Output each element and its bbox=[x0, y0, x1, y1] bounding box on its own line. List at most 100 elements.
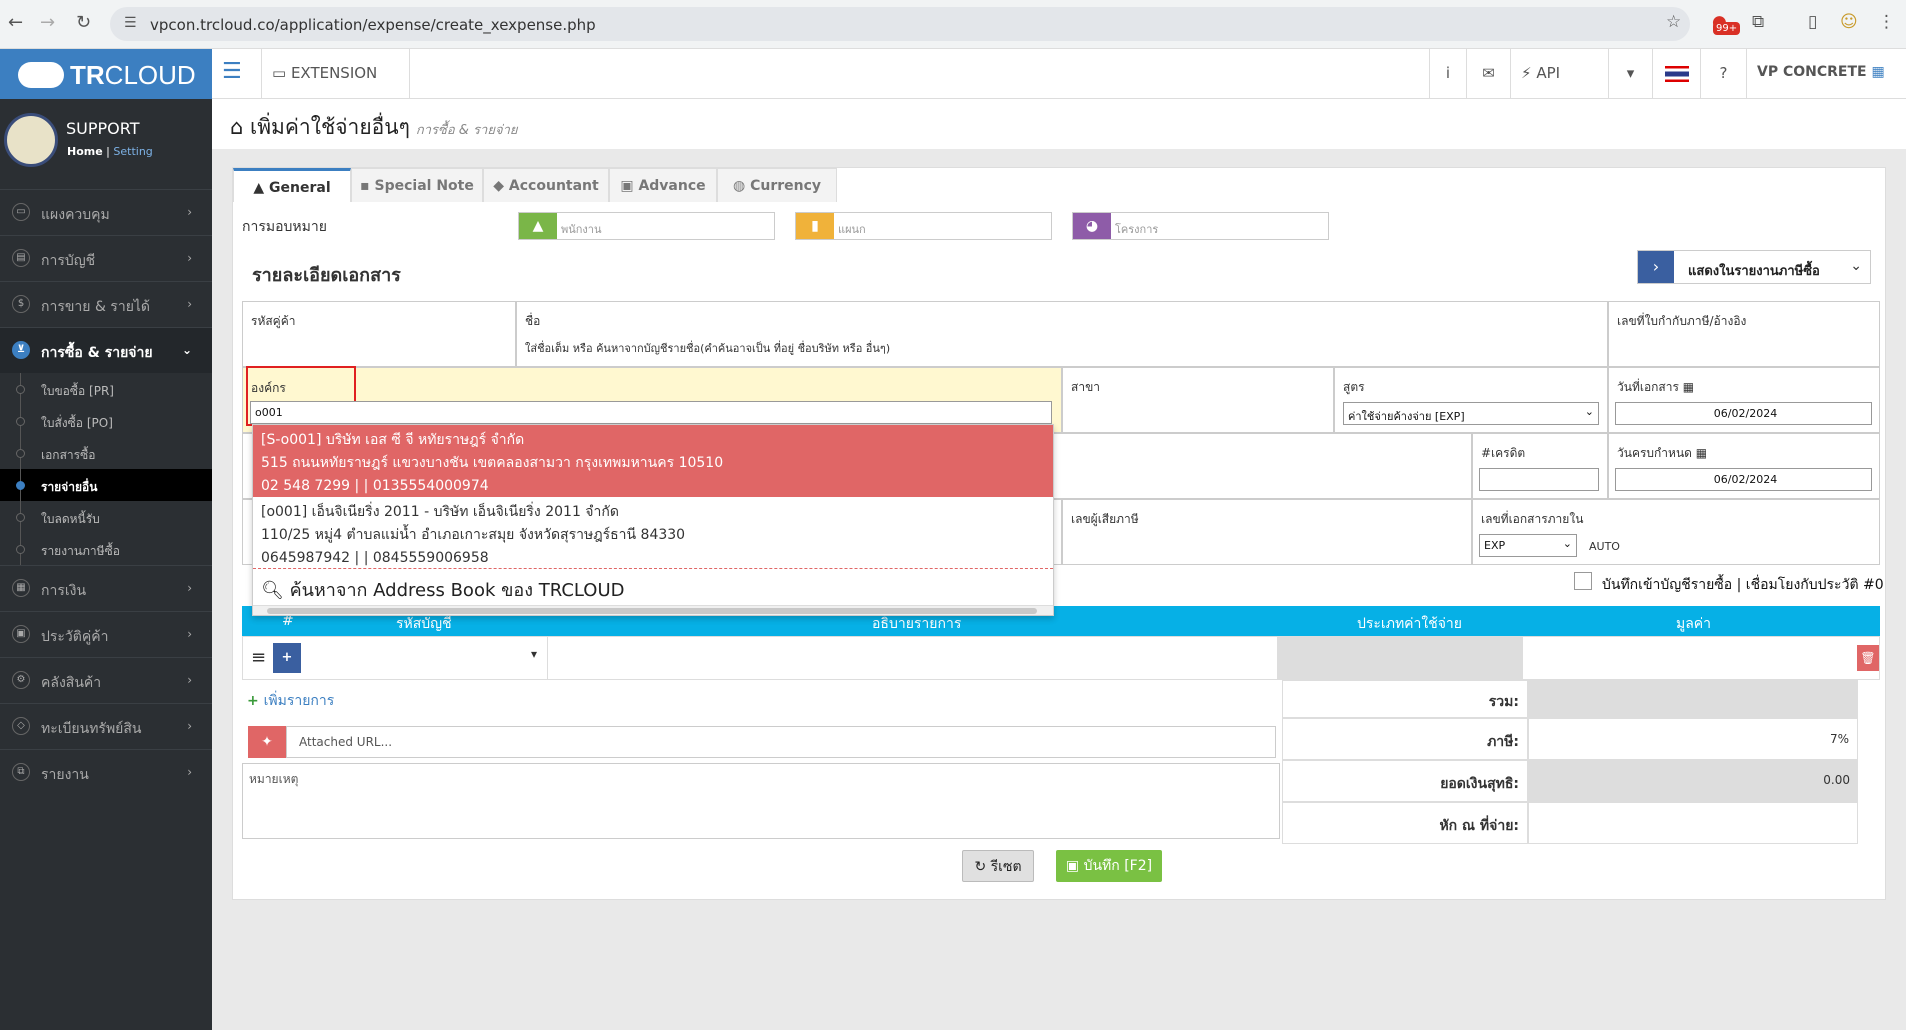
auto-label: AUTO bbox=[1589, 540, 1620, 553]
ledger-checkbox[interactable] bbox=[1574, 572, 1592, 590]
save-button[interactable]: ▣ บันทึก [F2] bbox=[1056, 850, 1162, 882]
forward-icon[interactable]: → bbox=[40, 12, 55, 33]
browser-toolbar: ← → ↻ ☰ vpcon.trcloud.co/application/expe… bbox=[0, 0, 1906, 49]
report-select[interactable]: › แสดงในรายงานภาษีซื้อ ⌄ bbox=[1637, 250, 1871, 284]
sub-label: ใบสั่งซื้อ [PO] bbox=[41, 416, 113, 430]
reload-icon[interactable]: ↻ bbox=[76, 12, 91, 33]
branch-cell[interactable]: สาขา bbox=[1062, 367, 1334, 433]
sidebar-item-dashboard[interactable]: ▭ แผงควบคุม › bbox=[0, 189, 212, 235]
chevron-down-icon: ⌄ bbox=[1850, 258, 1862, 274]
caret-down-icon[interactable]: ▾ bbox=[1609, 49, 1653, 99]
api-button[interactable]: ⚡ API bbox=[1511, 49, 1609, 99]
breadcrumb[interactable]: การซื้อ & รายจ่าย bbox=[416, 123, 518, 138]
home-icon[interactable]: ⌂ bbox=[230, 115, 250, 139]
sidebar-item-inventory[interactable]: ⚙ คลังสินค้า › bbox=[0, 657, 212, 703]
menu-icon[interactable]: ⋮ bbox=[1878, 12, 1895, 32]
setting-link[interactable]: Setting bbox=[113, 145, 152, 158]
mail-icon[interactable]: ✉ bbox=[1467, 49, 1511, 99]
sidebar-item-contacts[interactable]: ▣ ประวัติคู่ค้า › bbox=[0, 611, 212, 657]
amount-cell[interactable] bbox=[1523, 637, 1853, 679]
monitor-icon: ▭ bbox=[272, 64, 291, 82]
name-label: ชื่อ bbox=[525, 314, 541, 328]
note-textarea[interactable]: หมายเหตุ bbox=[242, 763, 1280, 839]
api-label: API bbox=[1536, 64, 1561, 82]
sidebar-sub-pr[interactable]: ใบขอซื้อ [PR] bbox=[0, 373, 212, 405]
profile-icon[interactable]: ☺ bbox=[1840, 12, 1858, 32]
sidebar-item-assets[interactable]: ◇ ทะเบียนทรัพย์สิน › bbox=[0, 703, 212, 749]
sidepanel-icon[interactable]: ▯ bbox=[1808, 12, 1817, 32]
net-value: 0.00 bbox=[1528, 760, 1858, 802]
org-input[interactable]: o001 bbox=[250, 401, 1052, 424]
tab-currency[interactable]: ◍ Currency bbox=[717, 168, 837, 202]
wht-value[interactable] bbox=[1528, 802, 1858, 844]
pie-chart-icon: ◕ bbox=[1073, 213, 1111, 239]
back-icon[interactable]: ← bbox=[8, 12, 23, 33]
credit-cell: #เครดิต bbox=[1472, 433, 1608, 499]
address-book-search[interactable]: 🔍︎ ค้นหาจาก Address Book ของ TRCLOUD bbox=[253, 569, 1053, 605]
logo[interactable]: TRCLOUD bbox=[0, 49, 212, 99]
sidebar: TRCLOUD SUPPORT Home | Setting ▭ แผงควบคุ… bbox=[0, 49, 212, 1030]
tab-label: Advance bbox=[638, 178, 706, 194]
sidebar-sub-purchase-doc[interactable]: เอกสารซื้อ bbox=[0, 437, 212, 469]
sidebar-sub-tax-report[interactable]: รายงานภาษีซื้อ bbox=[0, 533, 212, 565]
company-button[interactable]: VP CONCRETE ▦ bbox=[1747, 49, 1906, 99]
info-icon[interactable]: i bbox=[1429, 49, 1467, 99]
trash-icon[interactable]: 🗑 bbox=[1857, 645, 1879, 671]
credit-input[interactable] bbox=[1479, 468, 1599, 491]
star-icon[interactable]: ☆ bbox=[1666, 12, 1681, 32]
suggestion-item[interactable]: [S-o001] บริษัท เอส ซี จี หทัยราษฎร์ จำก… bbox=[253, 425, 1053, 497]
formula-select[interactable]: ค่าใช้จ่ายค้างจ่าย [EXP] ⌄ bbox=[1343, 402, 1599, 425]
hamburger-icon[interactable]: ☰ bbox=[212, 49, 262, 99]
expense-type-cell[interactable] bbox=[1278, 637, 1523, 679]
internal-prefix-select[interactable]: EXP ⌄ bbox=[1479, 534, 1577, 557]
tab-accountant[interactable]: ◆ Accountant bbox=[483, 168, 609, 202]
reset-button[interactable]: ↻ รีเซต bbox=[962, 850, 1034, 882]
doc-date-input[interactable]: 06/02/2024 bbox=[1615, 402, 1872, 425]
attach-button[interactable]: ✦ bbox=[248, 726, 286, 758]
page-title: เพิ่มค่าใช้จ่ายอื่นๆ bbox=[250, 115, 410, 139]
sidebar-item-accounting[interactable]: ▤ การบัญชี › bbox=[0, 235, 212, 281]
sidebar-item-reports[interactable]: ⧉ รายงาน › bbox=[0, 749, 212, 795]
avatar bbox=[4, 113, 58, 167]
branch-label: สาขา bbox=[1071, 380, 1101, 394]
search-icon: 🔍︎ bbox=[261, 580, 290, 601]
sidebar-item-sales[interactable]: $ การขาย & รายได้ › bbox=[0, 281, 212, 327]
sidebar-item-label: การขาย & รายได้ bbox=[41, 299, 151, 315]
tab-general[interactable]: ▲ General bbox=[233, 168, 351, 202]
sidebar-sub-other-expense[interactable]: รายจ่ายอื่น bbox=[0, 469, 212, 501]
help-icon[interactable]: ? bbox=[1701, 49, 1747, 99]
home-link[interactable]: Home bbox=[67, 145, 103, 158]
suggestion-item[interactable]: [o001] เอ็นจิเนียริ่ง 2011 - บริษัท เอ็น… bbox=[253, 497, 1053, 569]
department-field[interactable]: ▮ แผนก bbox=[795, 212, 1052, 240]
site-info-icon[interactable]: ☰ bbox=[124, 15, 137, 31]
tab-special-note[interactable]: ▪ Special Note bbox=[351, 168, 483, 202]
sidebar-sub-debit-note[interactable]: ใบลดหนี้รับ bbox=[0, 501, 212, 533]
tab-advance[interactable]: ▣ Advance bbox=[609, 168, 717, 202]
name-cell[interactable]: ชื่อ ใส่ชื่อเต็ม หรือ ค้นหาจากบัญชีรายชื่… bbox=[516, 301, 1608, 367]
account-select[interactable]: ▾ bbox=[303, 637, 548, 679]
sub-label: ใบลดหนี้รับ bbox=[41, 512, 100, 526]
tab-label: Special Note bbox=[374, 178, 474, 194]
horizontal-scrollbar[interactable] bbox=[253, 605, 1053, 615]
sidebar-sub-po[interactable]: ใบสั่งซื้อ [PO] bbox=[0, 405, 212, 437]
due-date-input[interactable]: 06/02/2024 bbox=[1615, 468, 1872, 491]
extension-button[interactable]: ▭ EXTENSION bbox=[262, 49, 410, 99]
thai-flag-icon[interactable] bbox=[1653, 49, 1701, 99]
drag-handle-icon[interactable]: ≡ bbox=[251, 647, 266, 668]
add-row-icon[interactable]: + bbox=[273, 643, 301, 673]
attach-placeholder: Attached URL... bbox=[299, 735, 393, 749]
sidebar-item-purchase[interactable]: ⊻ การซื้อ & รายจ่าย ⌄ bbox=[0, 327, 212, 373]
chevron-right-icon: › bbox=[1638, 251, 1674, 283]
description-cell[interactable] bbox=[548, 637, 1278, 679]
sidebar-item-finance[interactable]: ▦ การเงิน › bbox=[0, 565, 212, 611]
project-field[interactable]: ◕ โครงการ bbox=[1072, 212, 1329, 240]
add-item-link[interactable]: + เพิ่มรายการ bbox=[247, 690, 334, 712]
puzzle-icon[interactable]: ⧉ bbox=[1752, 12, 1764, 32]
department-placeholder: แผนก bbox=[838, 223, 866, 236]
attach-url-input[interactable]: Attached URL... bbox=[286, 726, 1276, 758]
employee-field[interactable]: ▲ พนักงาน bbox=[518, 212, 775, 240]
taxpayer-cell[interactable]: เลขผู้เสียภาษี bbox=[1062, 499, 1472, 565]
total-value bbox=[1528, 680, 1858, 718]
tax-value[interactable]: 7% bbox=[1528, 718, 1858, 760]
address-bar[interactable]: ☰ vpcon.trcloud.co/application/expense/cr… bbox=[110, 7, 1690, 41]
